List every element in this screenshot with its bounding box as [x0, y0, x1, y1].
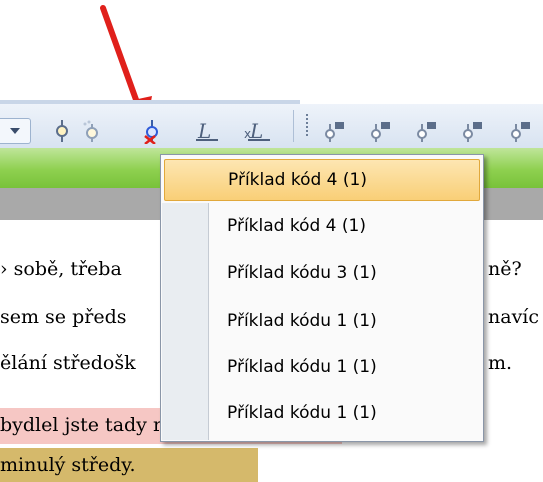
doc-line: › sobě, třeba — [0, 258, 122, 280]
menu-item-label: Příklad kódu 1 (1) — [227, 311, 377, 331]
toolbar-separator — [293, 110, 294, 142]
remove-bookmark-icon[interactable] — [140, 120, 164, 144]
menu-item[interactable]: Příklad kódu 1 (1) — [161, 393, 483, 433]
menu-item[interactable]: Příklad kódu 1 (1) — [161, 301, 483, 341]
menu-item[interactable]: Příklad kód 4 (1) — [164, 159, 480, 201]
menu-item-label: Příklad kód 4 (1) — [228, 170, 367, 190]
doc-fragment: navíc — [488, 306, 540, 328]
doc-line: sem se předs — [0, 306, 127, 328]
doc-line: ělání středošk — [0, 352, 136, 374]
bookmark-dropdown-menu: Příklad kód 4 (1) Příklad kód 4 (1) Přík… — [160, 154, 484, 442]
menu-item-label: Příklad kódu 1 (1) — [227, 403, 377, 423]
doc-fragment: ně? — [488, 258, 522, 280]
dropdown-arrow-button[interactable] — [0, 118, 31, 144]
italic-l-icon[interactable]: L — [196, 120, 218, 142]
svg-text:x: x — [244, 127, 251, 141]
doc-fragment: m. — [488, 352, 513, 374]
svg-text:L: L — [249, 120, 263, 142]
highlighted-text: minulý středy. — [0, 454, 136, 476]
tag-icon[interactable] — [460, 120, 486, 142]
breakpoint-icon[interactable] — [52, 120, 72, 142]
breakpoint-dotted-icon[interactable] — [80, 120, 104, 142]
tag-icon[interactable] — [508, 120, 534, 142]
remove-format-icon[interactable]: L x — [244, 120, 270, 142]
menu-item-label: Příklad kód 4 (1) — [227, 216, 366, 236]
menu-item-label: Příklad kódu 1 (1) — [227, 357, 377, 377]
toolbar: L L x — [0, 104, 543, 149]
menu-item[interactable]: Příklad kódu 1 (1) — [161, 347, 483, 387]
svg-text:L: L — [197, 120, 211, 142]
toolbar-grip — [306, 114, 308, 138]
menu-item[interactable]: Příklad kód 4 (1) — [161, 206, 483, 246]
tag-icon[interactable] — [368, 120, 394, 142]
tag-icon[interactable] — [322, 120, 348, 142]
tag-icon[interactable] — [414, 120, 440, 142]
menu-item-label: Příklad kódu 3 (1) — [227, 263, 377, 283]
menu-item[interactable]: Příklad kódu 3 (1) — [161, 253, 483, 293]
